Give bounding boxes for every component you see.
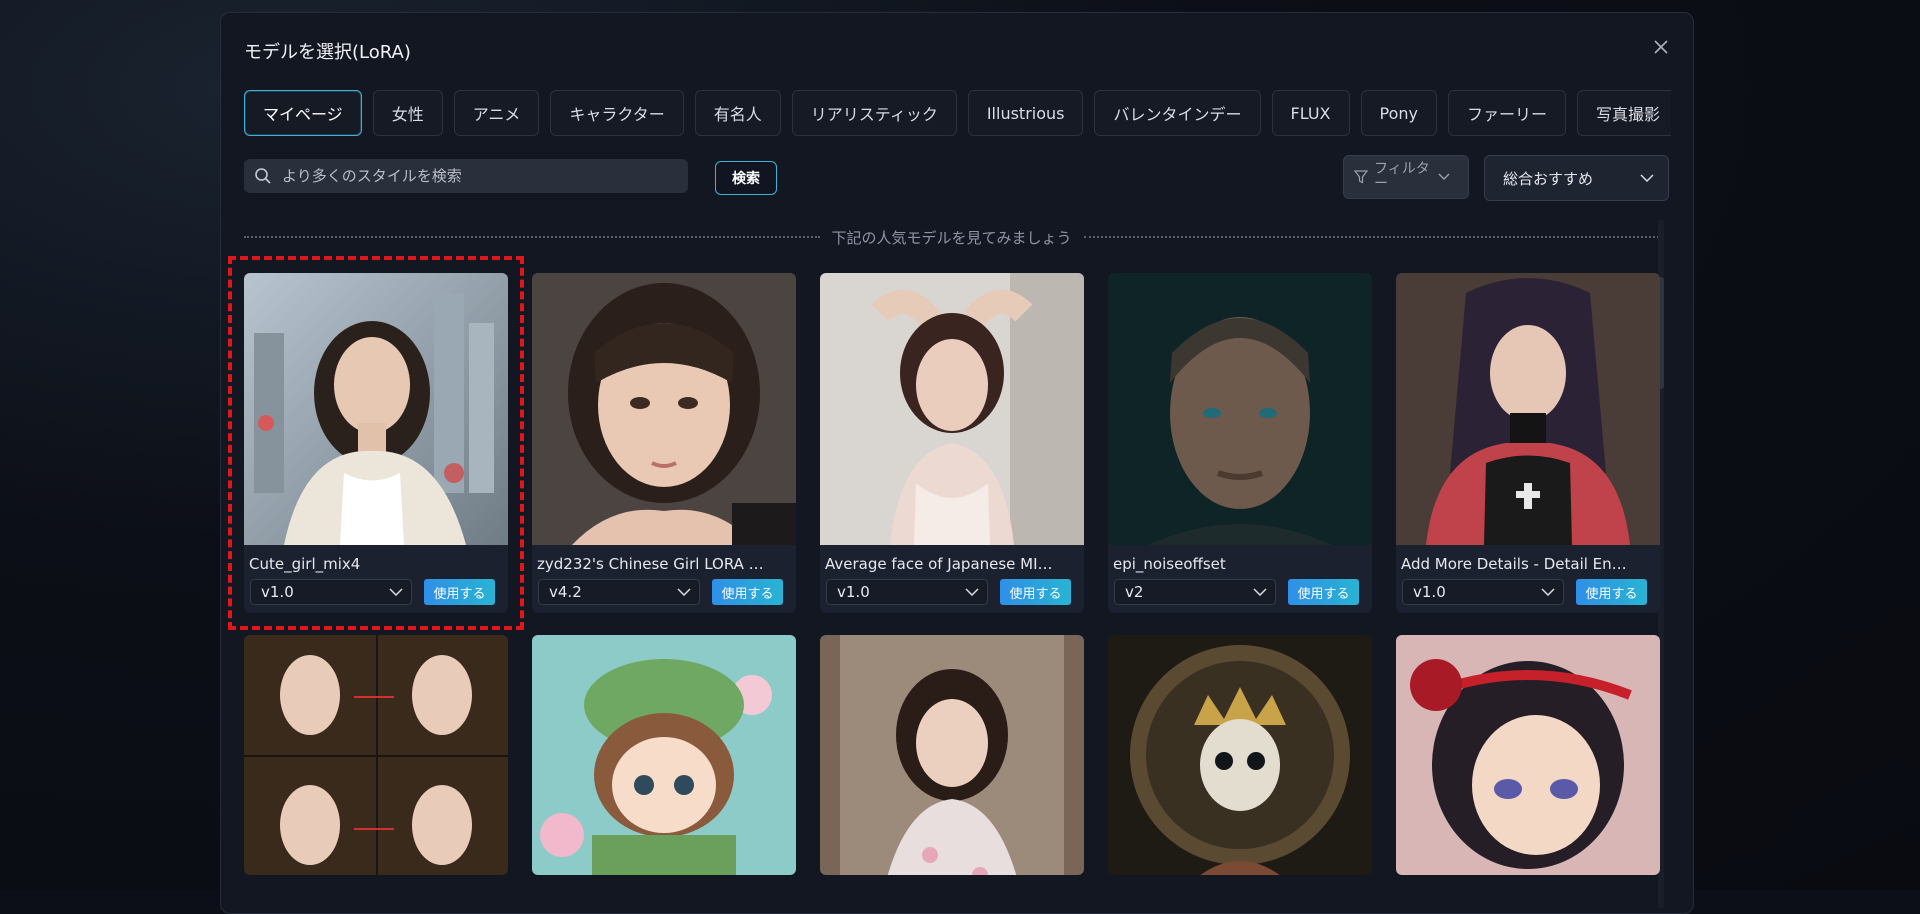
sort-select[interactable]: 総合おすすめ — [1484, 155, 1669, 201]
tab-realistic[interactable]: リアリスティック — [791, 90, 957, 136]
chevron-down-icon — [1438, 173, 1450, 180]
model-card[interactable] — [1396, 635, 1660, 875]
model-thumbnail — [820, 273, 1084, 545]
version-select[interactable]: v4.2 — [538, 579, 700, 605]
model-select-modal: モデルを選択(LoRA) マイページ 女性 アニメ キャラクター 有名人 リアリ… — [220, 12, 1694, 914]
tab-flux[interactable]: FLUX — [1271, 90, 1350, 136]
chevron-down-icon — [965, 588, 979, 596]
search-input[interactable] — [280, 166, 678, 186]
tab-mypage[interactable]: マイページ — [244, 90, 362, 136]
model-thumbnail — [244, 273, 508, 545]
tab-illustrious[interactable]: Illustrious — [967, 90, 1084, 136]
model-card[interactable] — [820, 635, 1084, 875]
tab-anime[interactable]: アニメ — [453, 90, 540, 136]
version-value: v4.2 — [549, 583, 582, 601]
tab-character[interactable]: キャラクター — [550, 90, 684, 136]
version-select[interactable]: v1.0 — [250, 579, 412, 605]
close-icon[interactable] — [1649, 35, 1673, 59]
model-thumbnail — [1396, 635, 1660, 875]
model-card[interactable]: epi_noiseoffset v2 使用する — [1108, 273, 1372, 613]
version-value: v1.0 — [261, 583, 294, 601]
section-divider-text: 下記の人気モデルを見てみましょう — [831, 228, 1072, 247]
version-value: v1.0 — [1413, 583, 1446, 601]
model-thumbnail — [1108, 635, 1372, 875]
modal-title: モデルを選択(LoRA) — [244, 42, 411, 63]
model-thumbnail — [1108, 273, 1372, 545]
model-name: Add More Details - Detail En… — [1401, 555, 1627, 573]
use-button[interactable]: 使用する — [424, 579, 495, 605]
chevron-down-icon — [1253, 588, 1267, 596]
tab-photography[interactable]: 写真撮影 — [1577, 90, 1671, 136]
model-name: epi_noiseoffset — [1113, 555, 1226, 573]
version-select[interactable]: v1.0 — [1402, 579, 1564, 605]
model-card[interactable]: Add More Details - Detail En… v1.0 使用する — [1396, 273, 1660, 613]
filter-label: フィルター — [1374, 161, 1430, 192]
model-card[interactable] — [244, 635, 508, 875]
model-thumbnail — [532, 635, 796, 875]
version-select[interactable]: v1.0 — [826, 579, 988, 605]
use-button[interactable]: 使用する — [1000, 579, 1071, 605]
model-card[interactable]: zyd232's Chinese Girl LORA … v4.2 使用する — [532, 273, 796, 613]
search-field — [244, 159, 688, 193]
chevron-down-icon — [677, 588, 691, 596]
filter-button[interactable]: フィルター — [1343, 155, 1469, 199]
model-card[interactable]: Cute_girl_mix4 v1.0 使用する — [244, 273, 508, 613]
search-button[interactable]: 検索 — [715, 161, 777, 195]
section-divider: 下記の人気モデルを見てみましょう — [244, 227, 1660, 247]
model-thumbnail — [532, 273, 796, 545]
chevron-down-icon — [1541, 588, 1555, 596]
use-button[interactable]: 使用する — [712, 579, 783, 605]
model-card[interactable] — [1108, 635, 1372, 875]
tab-celebrity[interactable]: 有名人 — [694, 90, 781, 136]
version-select[interactable]: v2 — [1114, 579, 1276, 605]
chevron-down-icon — [1640, 174, 1654, 182]
tab-female[interactable]: 女性 — [372, 90, 443, 136]
model-name: Average face of Japanese MI… — [825, 555, 1053, 573]
version-value: v1.0 — [837, 583, 870, 601]
model-card[interactable] — [532, 635, 796, 875]
use-button[interactable]: 使用する — [1576, 579, 1647, 605]
category-tabs: マイページ 女性 アニメ キャラクター 有名人 リアリスティック Illustr… — [244, 90, 1671, 136]
tab-pony[interactable]: Pony — [1360, 90, 1437, 136]
model-thumbnail — [820, 635, 1084, 875]
version-value: v2 — [1125, 583, 1144, 601]
use-button[interactable]: 使用する — [1288, 579, 1359, 605]
model-name: zyd232's Chinese Girl LORA … — [537, 555, 764, 573]
model-grid: Cute_girl_mix4 v1.0 使用する zyd232's Chines… — [244, 273, 1660, 875]
funnel-icon — [1354, 170, 1368, 184]
search-icon — [255, 168, 271, 184]
divider-line — [244, 236, 820, 238]
sort-selected-value: 総合おすすめ — [1503, 169, 1594, 188]
model-name: Cute_girl_mix4 — [249, 555, 361, 573]
chevron-down-icon — [389, 588, 403, 596]
model-card[interactable]: Average face of Japanese MI… v1.0 使用する — [820, 273, 1084, 613]
model-thumbnail — [1396, 273, 1660, 545]
tab-furry[interactable]: ファーリー — [1447, 90, 1566, 136]
divider-line — [1083, 236, 1660, 238]
tab-valentine[interactable]: バレンタインデー — [1094, 90, 1261, 136]
model-thumbnail — [244, 635, 508, 875]
